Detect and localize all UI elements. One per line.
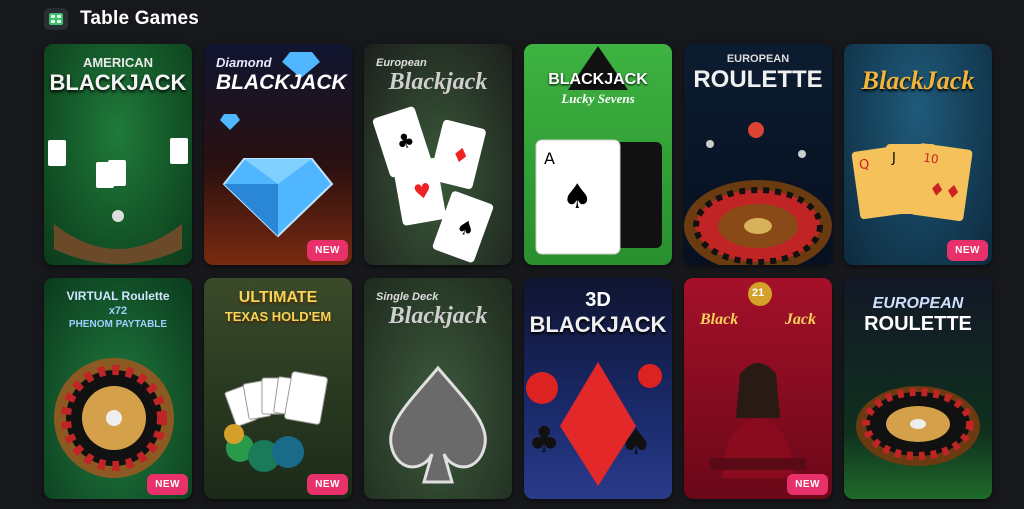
svg-text:♠: ♠ <box>620 422 652 463</box>
svg-text:A: A <box>544 149 555 168</box>
game-title-line1: BLACKJACK <box>548 71 648 88</box>
game-card-black-jack-21[interactable]: Black Jack 21 NEW <box>684 278 832 499</box>
game-title-line2: ROULETTE <box>693 66 823 93</box>
svg-text:10: 10 <box>922 151 939 167</box>
game-card-diamond-blackjack[interactable]: Diamond BLACKJACK NEW <box>204 44 352 265</box>
game-title-line2: TEXAS HOLD'EM <box>224 309 332 324</box>
svg-text:♦♦: ♦♦ <box>928 179 963 204</box>
game-title-line3: 21 <box>751 287 765 299</box>
new-badge: NEW <box>147 474 188 495</box>
table-games-icon <box>44 8 68 30</box>
game-card-european-roulette[interactable]: EUROPEAN ROULETTE <box>684 44 832 265</box>
game-card-blackjack[interactable]: Q J 10 ♦♦ BlackJack NEW <box>844 44 992 265</box>
new-badge: NEW <box>947 240 988 261</box>
game-title-line2: ROULETTE <box>864 313 972 335</box>
section-title: Table Games <box>80 8 200 29</box>
new-badge: NEW <box>787 474 828 495</box>
game-title-line1: EUROPEAN <box>872 295 964 312</box>
game-title-line2: BLACKJACK <box>529 312 667 337</box>
game-title-line1: Single Deck <box>376 291 439 303</box>
games-grid: AMERICAN BLACKJACK Diamond BLACKJACK NEW… <box>44 44 992 499</box>
game-title-line2: BLACKJACK <box>49 70 187 95</box>
game-card-european-roulette-2[interactable]: EUROPEAN ROULETTE <box>844 278 992 499</box>
game-title-line1: EUROPEAN <box>726 53 790 65</box>
game-title-line1: ULTIMATE <box>238 289 318 306</box>
game-card-american-blackjack[interactable]: AMERICAN BLACKJACK <box>44 44 192 265</box>
new-badge: NEW <box>307 474 348 495</box>
game-card-blackjack-lucky-sevens[interactable]: A ♠ BLACKJACK Lucky Sevens <box>524 44 672 265</box>
game-title-line1: 3D <box>585 289 611 311</box>
game-title-line2: Blackjack <box>388 69 488 95</box>
game-title-line1: BlackJack <box>861 66 975 95</box>
game-title-line2: Jack <box>784 311 816 328</box>
game-card-ultimate-texas-holdem[interactable]: ULTIMATE TEXAS HOLD'EM NEW <box>204 278 352 499</box>
game-card-european-blackjack[interactable]: ♣ ♦ ♥ ♠ European Blackjack <box>364 44 512 265</box>
game-title-line2: Lucky Sevens <box>561 91 635 106</box>
game-title-line1: AMERICAN <box>82 55 154 70</box>
game-title-line2: x72 <box>108 305 128 317</box>
svg-text:♣: ♣ <box>528 420 560 461</box>
game-title-line2: BLACKJACK <box>216 71 347 94</box>
game-card-single-deck-blackjack[interactable]: Single Deck Blackjack <box>364 278 512 499</box>
game-card-virtual-roulette[interactable]: VIRTUAL Roulette x72 PHENOM PAYTABLE NEW <box>44 278 192 499</box>
game-card-3d-blackjack[interactable]: ♣ ♠ 3D BLACKJACK <box>524 278 672 499</box>
section-header: Table Games <box>44 6 199 32</box>
game-title-line1: Diamond <box>216 55 272 70</box>
svg-text:Q: Q <box>858 157 870 173</box>
game-title-line1: VIRTUAL Roulette <box>66 289 170 303</box>
svg-text:♠: ♠ <box>562 177 592 217</box>
game-title-line2: Blackjack <box>388 303 488 329</box>
game-title-line3: PHENOM PAYTABLE <box>68 319 168 330</box>
svg-text:J: J <box>891 151 896 166</box>
game-title-line1: European <box>376 57 427 69</box>
new-badge: NEW <box>307 240 348 261</box>
